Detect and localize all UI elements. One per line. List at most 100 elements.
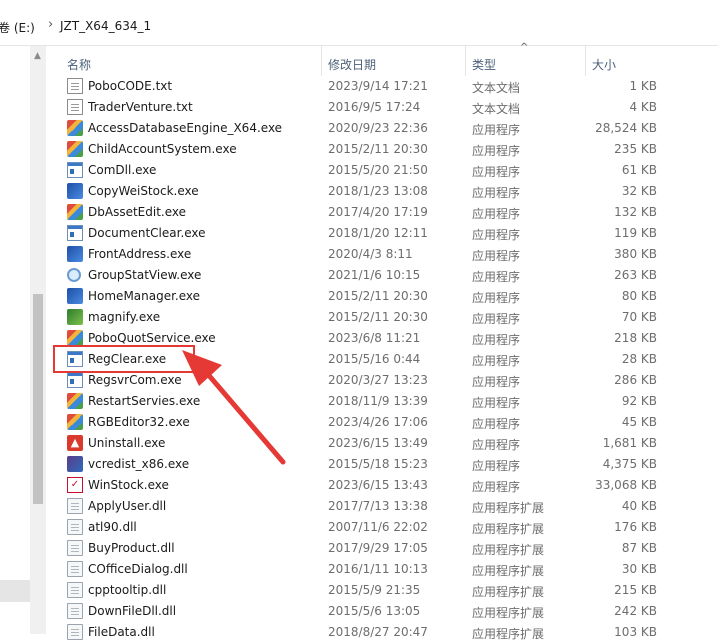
file-date: 2021/1/6 10:15 (328, 268, 421, 282)
app-multicolor-icon (67, 141, 83, 157)
file-date: 2018/1/20 12:11 (328, 226, 428, 240)
uninstall-icon: ▲ (67, 435, 83, 451)
column-size[interactable]: 大小 (592, 56, 616, 73)
file-name: HomeManager.exe (88, 289, 201, 303)
file-size: 380 KB (614, 247, 657, 261)
file-date: 2020/3/27 13:23 (328, 373, 428, 387)
file-name: PoboQuotService.exe (88, 331, 216, 345)
file-row[interactable]: magnify.exe 2015/2/11 20:30 应用程序 70 KB (46, 307, 718, 328)
file-size: 132 KB (614, 205, 657, 219)
file-name: RestartServies.exe (88, 394, 201, 408)
file-size: 45 KB (621, 415, 657, 429)
app-blue-icon (67, 288, 83, 304)
file-row[interactable]: ApplyUser.dll 2017/7/13 13:38 应用程序扩展 40 KB (46, 496, 718, 517)
navigation-selected-item[interactable] (0, 580, 30, 602)
file-size: 176 KB (614, 520, 657, 534)
app-blue-icon (67, 246, 83, 262)
window-app-icon (67, 162, 83, 178)
navigation-scrollbar[interactable]: ▲ (30, 46, 46, 634)
file-row[interactable]: BuyProduct.dll 2017/9/29 17:05 应用程序扩展 87 KB (46, 538, 718, 559)
file-row[interactable]: RGBEditor32.exe 2023/4/26 17:06 应用程序 45 KB (46, 412, 718, 433)
file-row[interactable]: PoboCODE.txt 2023/9/14 17:21 文本文档 1 KB (46, 76, 718, 97)
file-row[interactable]: ▲ Uninstall.exe 2023/6/15 13:49 应用程序 1,681 K… (46, 433, 718, 454)
file-row[interactable]: COfficeDialog.dll 2016/1/11 10:13 应用程序扩展 30… (46, 559, 718, 580)
file-row[interactable]: FileData.dll 2018/8/27 20:47 应用程序扩展 103 KB (46, 622, 718, 643)
address-bar[interactable]: 卷 (E:) › JZT_X64_634_1 (0, 0, 718, 46)
file-row[interactable]: FrontAddress.exe 2020/4/3 8:11 应用程序 380 KB (46, 244, 718, 265)
file-date: 2023/9/14 17:21 (328, 79, 428, 93)
file-row[interactable]: RestartServies.exe 2018/11/9 13:39 应用程序 92 … (46, 391, 718, 412)
file-row[interactable]: ChildAccountSystem.exe 2015/2/11 20:30 应用程… (46, 139, 718, 160)
file-name: magnify.exe (88, 310, 161, 324)
column-type[interactable]: 类型 (472, 56, 496, 73)
file-row[interactable]: HomeManager.exe 2015/2/11 20:30 应用程序 80 KB (46, 286, 718, 307)
file-size: 215 KB (614, 583, 657, 597)
file-date: 2023/6/8 11:21 (328, 331, 421, 345)
file-type: 应用程序 (472, 123, 521, 137)
file-name: COfficeDialog.dll (88, 562, 188, 576)
file-name: BuyProduct.dll (88, 541, 175, 555)
file-size: 28,524 KB (595, 121, 657, 135)
file-row[interactable]: GroupStatView.exe 2021/1/6 10:15 应用程序 263 K… (46, 265, 718, 286)
file-row[interactable]: DbAssetEdit.exe 2017/4/20 17:19 应用程序 132 KB (46, 202, 718, 223)
file-type: 应用程序 (472, 312, 521, 326)
scrollbar-thumb[interactable] (33, 294, 43, 504)
chevron-right-icon[interactable]: › (48, 17, 53, 32)
breadcrumb-drive[interactable]: 卷 (E:) (0, 19, 35, 36)
file-type: 应用程序 (472, 354, 521, 368)
file-row[interactable]: ✓ WinStock.exe 2023/6/15 13:43 应用程序 33,068 K… (46, 475, 718, 496)
file-type: 应用程序 (472, 459, 521, 473)
file-name: atl90.dll (88, 520, 137, 534)
file-row[interactable]: CopyWeiStock.exe 2018/1/23 13:08 应用程序 32 KB (46, 181, 718, 202)
file-row[interactable]: RegsvrCom.exe 2020/3/27 13:23 应用程序 286 KB (46, 370, 718, 391)
navigation-pane[interactable] (0, 46, 30, 634)
file-date: 2018/1/23 13:08 (328, 184, 428, 198)
file-row[interactable]: DownFileDll.dll 2015/5/6 13:05 应用程序扩展 242 K… (46, 601, 718, 622)
file-row[interactable]: DocumentClear.exe 2018/1/20 12:11 应用程序 119 … (46, 223, 718, 244)
file-row[interactable]: TraderVenture.txt 2016/9/5 17:24 文本文档 4 KB (46, 97, 718, 118)
breadcrumb-folder[interactable]: JZT_X64_634_1 (60, 19, 151, 33)
column-name[interactable]: 名称 (67, 56, 91, 73)
file-name: DocumentClear.exe (88, 226, 206, 240)
column-divider[interactable] (585, 46, 586, 76)
file-size: 1 KB (629, 79, 657, 93)
app-multicolor-icon (67, 393, 83, 409)
file-type: 应用程序 (472, 480, 521, 494)
file-date: 2015/5/6 13:05 (328, 604, 421, 618)
file-size: 32 KB (621, 184, 657, 198)
file-size: 263 KB (614, 268, 657, 282)
file-row[interactable]: AccessDatabaseEngine_X64.exe 2020/9/23 22… (46, 118, 718, 139)
scroll-up-arrow-icon[interactable]: ▲ (34, 51, 41, 61)
vc-installer-icon (67, 456, 83, 472)
file-type: 文本文档 (472, 102, 521, 116)
window-app-icon (67, 225, 83, 241)
file-date: 2017/9/29 17:05 (328, 541, 428, 555)
file-row[interactable]: cpptooltip.dll 2015/5/9 21:35 应用程序扩展 215 KB (46, 580, 718, 601)
file-size: 218 KB (614, 331, 657, 345)
app-multicolor-icon (67, 330, 83, 346)
file-name: CopyWeiStock.exe (88, 184, 199, 198)
file-type: 应用程序扩展 (472, 585, 545, 599)
file-name: AccessDatabaseEngine_X64.exe (88, 121, 283, 135)
file-name: Uninstall.exe (88, 436, 166, 450)
file-type: 应用程序 (472, 186, 521, 200)
column-date[interactable]: 修改日期 (328, 56, 376, 73)
file-type: 应用程序 (472, 144, 521, 158)
file-type: 应用程序 (472, 333, 521, 347)
column-divider[interactable] (321, 46, 322, 76)
sort-ascending-icon: ^ (520, 42, 529, 53)
file-size: 119 KB (614, 226, 657, 240)
file-row[interactable]: atl90.dll 2007/11/6 22:02 应用程序扩展 176 KB (46, 517, 718, 538)
file-row[interactable]: ComDll.exe 2015/5/20 21:50 应用程序 61 KB (46, 160, 718, 181)
file-name: RGBEditor32.exe (88, 415, 190, 429)
dll-file-icon (67, 561, 83, 577)
dll-file-icon (67, 603, 83, 619)
file-size: 28 KB (621, 352, 657, 366)
text-file-icon (67, 99, 83, 115)
file-date: 2015/5/20 21:50 (328, 163, 428, 177)
column-divider[interactable] (465, 46, 466, 76)
file-type: 应用程序扩展 (472, 501, 545, 515)
file-row[interactable]: vcredist_x86.exe 2015/5/18 15:23 应用程序 4,375… (46, 454, 718, 475)
file-size: 242 KB (614, 604, 657, 618)
file-name: FrontAddress.exe (88, 247, 192, 261)
